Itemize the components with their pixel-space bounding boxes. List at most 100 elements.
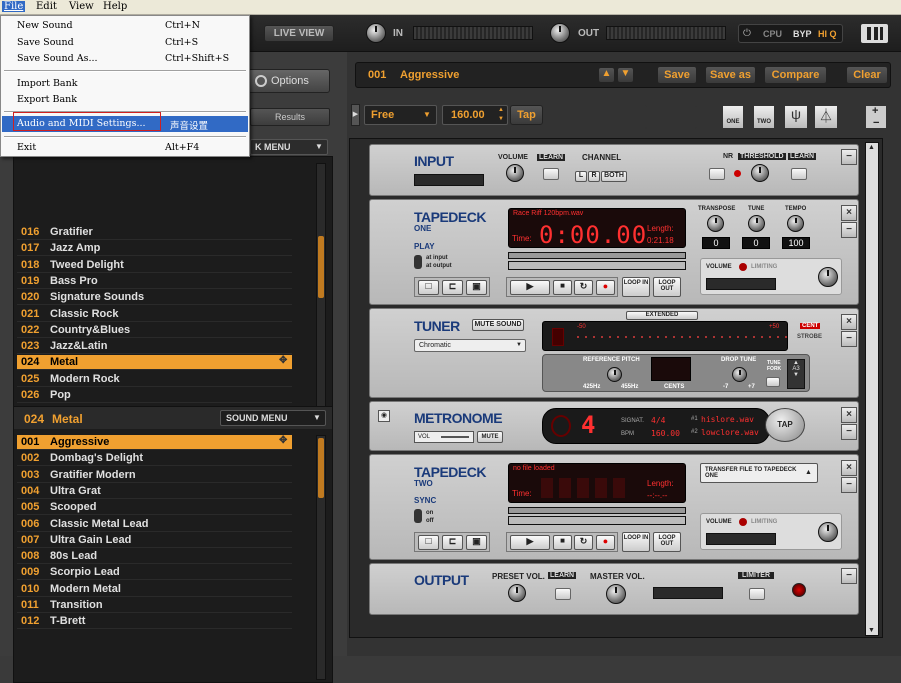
input-volume-knob[interactable]: [506, 164, 524, 182]
bypass-button[interactable]: BYP: [793, 29, 812, 39]
save-as-button[interactable]: Save as: [705, 66, 756, 84]
tuner-mode-dropdown[interactable]: Chromatic ▼: [414, 339, 526, 352]
metronome-tap-button[interactable]: TAP: [765, 408, 805, 442]
sound-list-item[interactable]: 002 Dombag's Delight: [17, 451, 292, 467]
sync-switch[interactable]: [414, 509, 422, 523]
menu-item-save-sound[interactable]: Save Sound Ctrl+S: [2, 35, 248, 51]
menu-item-exit[interactable]: Exit Alt+F4: [2, 140, 248, 156]
metronome-mute-button[interactable]: MUTE: [477, 431, 503, 443]
bank-list-item[interactable]: 017 Jazz Amp: [17, 241, 292, 257]
record-icon[interactable]: ●: [596, 535, 615, 550]
sound-list-item[interactable]: 001 Aggressive ✥: [17, 435, 292, 450]
quick-access-grid-icon[interactable]: [645, 105, 697, 129]
channel-l-button[interactable]: L: [575, 171, 587, 182]
loop-icon[interactable]: ↻: [574, 535, 593, 550]
extended-button[interactable]: EXTENDED: [626, 311, 698, 320]
output-minimize-icon[interactable]: −: [841, 568, 857, 584]
new-file-icon[interactable]: □: [418, 535, 439, 550]
results-tab[interactable]: Results: [250, 108, 330, 126]
sync-mode-dropdown[interactable]: Free ▼: [364, 105, 437, 125]
strobe-mode-button[interactable]: STROBE: [797, 334, 822, 340]
tape-two-position-bar[interactable]: [508, 507, 686, 514]
bank-list-item[interactable]: 016 Gratifier: [17, 225, 292, 240]
menu-view[interactable]: View: [67, 1, 96, 12]
loop-out-button[interactable]: LOOP OUT: [653, 532, 681, 552]
mute-sound-button[interactable]: MUTE SOUND: [472, 319, 524, 331]
tune-knob[interactable]: [748, 215, 765, 232]
bank-list-item[interactable]: 019 Bass Pro: [17, 274, 292, 289]
stop-icon[interactable]: ■: [553, 535, 572, 550]
sound-list-item[interactable]: 003 Gratifier Modern: [17, 468, 292, 483]
threshold-learn-button[interactable]: LEARN: [788, 153, 817, 160]
cent-mode-button[interactable]: CENT: [800, 323, 821, 329]
tape-two-scrub-bar[interactable]: [508, 516, 686, 525]
threshold-learn-toggle[interactable]: [791, 168, 807, 180]
sound-list-item[interactable]: 008 80s Lead: [17, 549, 292, 565]
tempo-down-icon[interactable]: ▼: [498, 116, 504, 122]
output-learn-toggle[interactable]: [555, 588, 571, 600]
output-level-knob[interactable]: [550, 23, 570, 43]
menu-item-export-bank[interactable]: Export Bank: [2, 92, 248, 108]
expand-arrow-icon[interactable]: ▶: [351, 104, 360, 126]
tapedeck-two-minimize-icon[interactable]: −: [841, 477, 857, 493]
menu-help[interactable]: Help: [101, 1, 129, 12]
tempo-up-icon[interactable]: ▲: [498, 107, 504, 113]
sound-list-item[interactable]: 005 Scooped: [17, 500, 292, 516]
transpose-knob[interactable]: [707, 215, 724, 232]
metronome-volume-slider[interactable]: VOL: [414, 431, 474, 443]
tempo-knob[interactable]: [787, 215, 804, 232]
menu-file[interactable]: File: [2, 1, 26, 12]
menu-item-save-sound-as[interactable]: Save Sound As... Ctrl+Shift+S: [2, 51, 248, 67]
record-icon[interactable]: ●: [596, 280, 615, 295]
metronome-minimize-icon[interactable]: −: [841, 424, 857, 440]
output-learn-button[interactable]: LEARN: [548, 572, 577, 579]
tune-value[interactable]: 0: [742, 237, 770, 249]
compare-button[interactable]: Compare: [764, 66, 827, 84]
transpose-value[interactable]: 0: [702, 237, 730, 249]
tapedeck-one-button[interactable]: ONE: [722, 105, 744, 129]
tapedeck-one-minimize-icon[interactable]: −: [841, 222, 857, 238]
limiter-toggle[interactable]: [749, 588, 765, 600]
input-level-knob[interactable]: [366, 23, 386, 43]
input-minimize-icon[interactable]: −: [841, 149, 857, 165]
tape-position-bar[interactable]: [508, 252, 686, 259]
menu-edit[interactable]: Edit: [34, 1, 59, 12]
drag-handle-icon[interactable]: ✥: [279, 435, 287, 446]
zoom-out-icon[interactable]: −: [873, 117, 879, 129]
metronome-power-icon[interactable]: ◉: [378, 410, 390, 422]
preset-up-icon[interactable]: ▲: [598, 67, 615, 83]
loop-in-button[interactable]: LOOP IN: [622, 277, 650, 297]
nr-toggle[interactable]: [709, 168, 725, 180]
play-position-switch[interactable]: [414, 255, 422, 269]
stop-icon[interactable]: ■: [553, 280, 572, 295]
sound-list-item[interactable]: 012 T-Brett: [17, 614, 292, 630]
metronome-close-icon[interactable]: ×: [841, 407, 857, 423]
loop-in-button[interactable]: LOOP IN: [622, 532, 650, 552]
tune-fork-note[interactable]: ▲ A3 ▼: [787, 359, 805, 389]
open-folder-icon[interactable]: ⊏: [442, 280, 463, 295]
tapedeck-two-volume-knob[interactable]: [818, 522, 838, 542]
save-disk-icon[interactable]: ▣: [466, 280, 487, 295]
menu-item-import-bank[interactable]: Import Bank: [2, 76, 248, 92]
channel-both-button[interactable]: BOTH: [601, 171, 627, 182]
live-view-button[interactable]: LIVE VIEW: [264, 25, 334, 42]
hiq-button[interactable]: HI Q: [818, 29, 837, 39]
tapedeck-one-close-icon[interactable]: ×: [841, 205, 857, 221]
sound-list-item[interactable]: 009 Scorpio Lead: [17, 565, 292, 581]
menu-item-new-sound[interactable]: New Sound Ctrl+N: [2, 18, 248, 34]
loop-out-button[interactable]: LOOP OUT: [653, 277, 681, 297]
tune-fork-toggle[interactable]: [766, 377, 780, 387]
sound-list-item[interactable]: 004 Ultra Grat: [17, 484, 292, 499]
bank-list-item[interactable]: 024 Metal ✥: [17, 355, 292, 371]
input-learn-toggle[interactable]: [543, 168, 559, 180]
metronome-icon[interactable]: ⏃: [814, 105, 838, 129]
bank-list-item[interactable]: 025 Modern Rock: [17, 372, 292, 387]
bank-list-item[interactable]: 026 Pop: [17, 388, 292, 403]
bank-list-item[interactable]: 022 Country&Blues: [17, 323, 292, 338]
tempo-field[interactable]: 160.00 ▲ ▼: [442, 105, 508, 125]
options-button[interactable]: Options: [248, 69, 330, 93]
open-folder-icon[interactable]: ⊏: [442, 535, 463, 550]
bank-list-item[interactable]: 018 Tweed Delight: [17, 258, 292, 273]
tap-button[interactable]: Tap: [510, 105, 543, 125]
bank-list-item[interactable]: 023 Jazz&Latin: [17, 339, 292, 355]
